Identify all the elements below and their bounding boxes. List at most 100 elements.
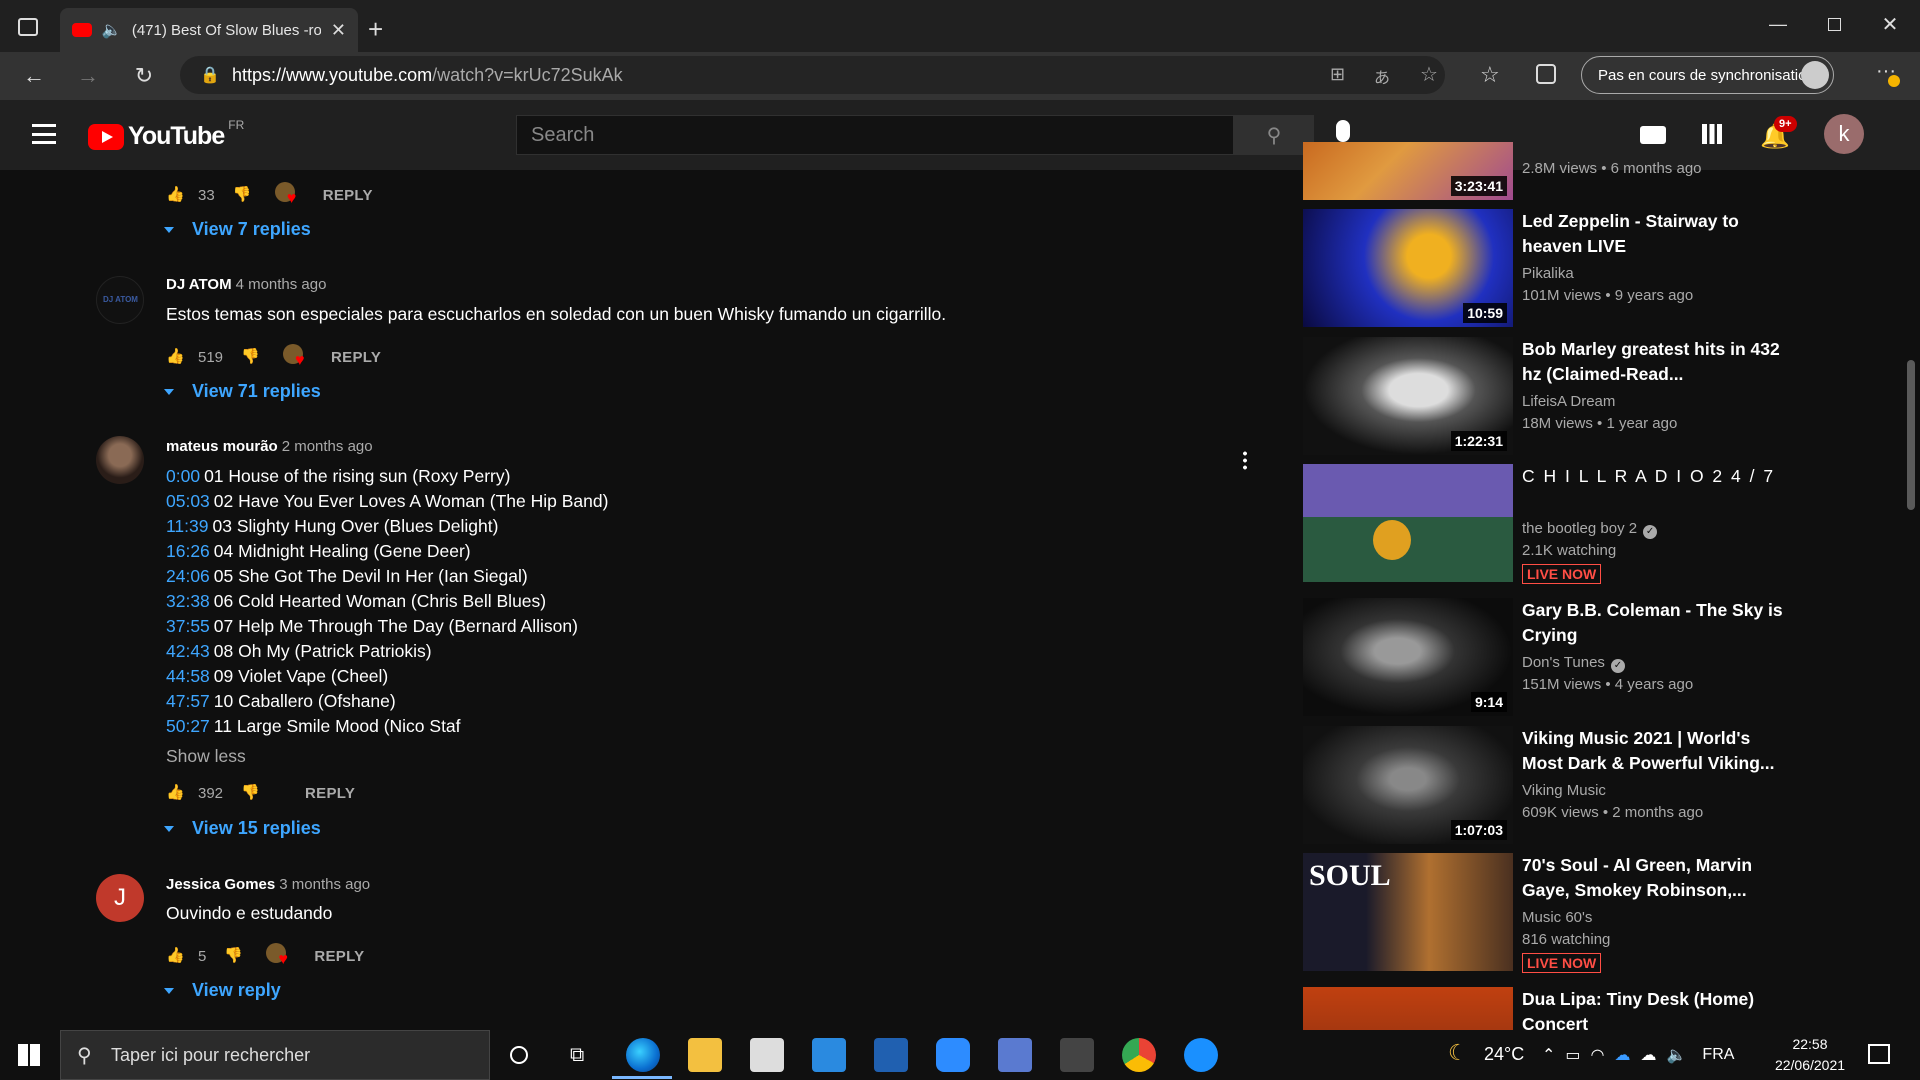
thumbs-up-icon[interactable]: 👍: [166, 783, 188, 803]
add-favorite-icon[interactable]: ☆: [1420, 62, 1438, 87]
zoom-icon[interactable]: [936, 1038, 970, 1072]
show-hidden-icons-icon[interactable]: ⌃: [1542, 1045, 1555, 1065]
forward-arrow-icon[interactable]: →: [68, 58, 108, 94]
comment-time[interactable]: 4 months ago: [236, 276, 327, 293]
channel-name[interactable]: Music 60's: [1522, 909, 1592, 926]
reply-button[interactable]: REPLY: [314, 948, 364, 965]
mail-icon[interactable]: [812, 1038, 846, 1072]
timestamp-link[interactable]: 0:00: [166, 466, 200, 486]
temperature[interactable]: 24°C: [1484, 1044, 1524, 1065]
timestamp-link[interactable]: 47:57: [166, 691, 210, 711]
cortana-icon[interactable]: [510, 1046, 528, 1064]
channel-name[interactable]: Viking Music: [1522, 782, 1606, 799]
view-replies-button[interactable]: View reply: [164, 980, 281, 1001]
close-window-icon[interactable]: ✕: [1862, 4, 1918, 44]
timestamp-link[interactable]: 44:58: [166, 666, 210, 686]
timestamp-link[interactable]: 05:03: [166, 491, 210, 511]
comment-time[interactable]: 3 months ago: [279, 876, 370, 893]
back-arrow-icon[interactable]: ←: [14, 58, 54, 94]
channel-name[interactable]: Don's Tunes ✓: [1522, 654, 1625, 673]
volume-icon[interactable]: 🔈: [1667, 1045, 1687, 1065]
thumbs-down-icon[interactable]: 👎: [233, 185, 255, 205]
weather-moon-icon[interactable]: ☾: [1448, 1040, 1468, 1066]
notification-center-icon[interactable]: [1868, 1044, 1890, 1064]
battery-icon[interactable]: ▭: [1565, 1045, 1580, 1065]
avatar[interactable]: [96, 436, 144, 484]
collections-icon[interactable]: [1536, 64, 1556, 84]
related-video-item[interactable]: 1:22:31 Bob Marley greatest hits in 432 …: [1303, 337, 1823, 455]
thumbs-down-icon[interactable]: 👎: [241, 347, 263, 367]
file-explorer-icon[interactable]: [688, 1038, 722, 1072]
taskbar-search-box[interactable]: ⚲ Taper ici pour rechercher: [60, 1030, 490, 1080]
app-available-icon[interactable]: ⊞: [1330, 64, 1345, 85]
wifi-icon[interactable]: ◠: [1591, 1045, 1605, 1065]
comment-time[interactable]: 2 months ago: [282, 438, 373, 455]
timestamp-link[interactable]: 50:27: [166, 716, 210, 736]
hamburger-menu-icon[interactable]: [32, 124, 56, 144]
related-video-item[interactable]: SOUL 70's Soul - Al Green, Marvin Gaye, …: [1303, 853, 1823, 973]
show-less-button[interactable]: Show less: [166, 746, 246, 767]
timestamp-link[interactable]: 37:55: [166, 616, 210, 636]
close-tab-icon[interactable]: ✕: [331, 20, 346, 41]
youtube-logo[interactable]: YouTube FR: [88, 118, 244, 151]
thumbs-up-icon[interactable]: 👍: [166, 185, 188, 205]
input-language[interactable]: FRA: [1702, 1046, 1734, 1064]
remote-desktop-icon[interactable]: [998, 1038, 1032, 1072]
maximize-icon[interactable]: [1806, 4, 1862, 44]
cloud-icon[interactable]: ☁: [1641, 1045, 1657, 1065]
thumbs-down-icon[interactable]: 👎: [224, 946, 246, 966]
view-replies-button[interactable]: View 15 replies: [164, 818, 321, 839]
create-video-icon[interactable]: [1640, 126, 1666, 144]
page-scrollbar-thumb[interactable]: [1907, 360, 1915, 510]
voice-search-mic-icon[interactable]: [1336, 120, 1350, 142]
video-title[interactable]: Dua Lipa: Tiny Desk (Home) Concert: [1522, 987, 1792, 1030]
related-video-item[interactable]: 3:23:41 2.8M views • 6 months ago: [1303, 142, 1823, 200]
video-title[interactable]: C H I L L R A D I O 2 4 / 7: [1522, 464, 1792, 489]
onedrive-icon[interactable]: ☁: [1615, 1045, 1631, 1065]
thumbs-up-icon[interactable]: 👍: [166, 946, 188, 966]
lock-icon[interactable]: 🔒: [200, 65, 220, 85]
timestamp-link[interactable]: 24:06: [166, 566, 210, 586]
related-video-item[interactable]: 10:59 Led Zeppelin - Stairway to heaven …: [1303, 209, 1823, 327]
related-video-item[interactable]: 1:07:03 Viking Music 2021 | World's Most…: [1303, 726, 1823, 844]
video-thumbnail[interactable]: 1:22:31: [1303, 337, 1513, 455]
windows-start-icon[interactable]: [18, 1044, 40, 1066]
avatar[interactable]: J: [96, 874, 144, 922]
related-video-item[interactable]: 9:14 Gary B.B. Coleman - The Sky is Cryi…: [1303, 598, 1823, 716]
thumbs-up-icon[interactable]: 👍: [166, 347, 188, 367]
tab-actions-icon[interactable]: [18, 18, 38, 36]
comment-author[interactable]: mateus mourão 2 months ago: [166, 438, 373, 455]
app-circle-icon[interactable]: [1184, 1038, 1218, 1072]
favorites-icon[interactable]: ☆: [1480, 62, 1500, 88]
thumbs-down-icon[interactable]: 👎: [241, 783, 263, 803]
related-video-item[interactable]: C H I L L R A D I O 2 4 / 7 the bootleg …: [1303, 464, 1823, 584]
task-view-icon[interactable]: ⧉: [570, 1044, 584, 1067]
chrome-icon[interactable]: [1122, 1038, 1156, 1072]
system-clock[interactable]: 22:58 22/06/2021: [1765, 1034, 1855, 1076]
comment-author[interactable]: DJ ATOM 4 months ago: [166, 276, 326, 293]
account-avatar[interactable]: k: [1824, 114, 1864, 154]
timestamp-link[interactable]: 42:43: [166, 641, 210, 661]
video-thumbnail[interactable]: 9:14: [1303, 598, 1513, 716]
terminal-icon[interactable]: [1060, 1038, 1094, 1072]
reply-button[interactable]: REPLY: [323, 187, 373, 204]
view-replies-button[interactable]: View 71 replies: [164, 381, 321, 402]
video-title[interactable]: Viking Music 2021 | World's Most Dark & …: [1522, 726, 1792, 776]
channel-name[interactable]: Pikalika: [1522, 265, 1574, 282]
video-title[interactable]: Bob Marley greatest hits in 432 hz (Clai…: [1522, 337, 1792, 387]
reply-button[interactable]: REPLY: [331, 349, 381, 366]
comment-menu-icon[interactable]: [1243, 450, 1247, 470]
minimize-icon[interactable]: —: [1750, 4, 1806, 44]
refresh-icon[interactable]: ↻: [124, 58, 164, 94]
profile-sync-button[interactable]: Pas en cours de synchronisation: [1581, 56, 1834, 94]
search-input[interactable]: Search: [516, 115, 1234, 155]
translate-icon[interactable]: あ: [1374, 64, 1390, 88]
video-thumbnail[interactable]: 3:23:41: [1303, 142, 1513, 200]
timestamp-link[interactable]: 16:26: [166, 541, 210, 561]
video-thumbnail[interactable]: 10:59: [1303, 209, 1513, 327]
related-video-item[interactable]: Dua Lipa: Tiny Desk (Home) Concert: [1303, 987, 1823, 1030]
video-title[interactable]: Gary B.B. Coleman - The Sky is Crying: [1522, 598, 1792, 648]
video-title[interactable]: Led Zeppelin - Stairway to heaven LIVE: [1522, 209, 1792, 259]
browser-tab-youtube[interactable]: 🔈 (471) Best Of Slow Blues -ro ✕: [60, 8, 358, 52]
timestamp-link[interactable]: 32:38: [166, 591, 210, 611]
